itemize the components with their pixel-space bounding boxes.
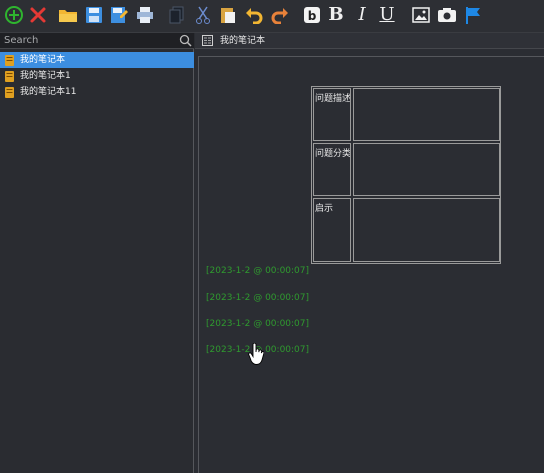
underline-icon[interactable]: U bbox=[375, 3, 399, 27]
add-icon[interactable] bbox=[2, 3, 26, 27]
notebook-tree: 我的笔记本 我的笔记本1 我的笔记本11 bbox=[0, 52, 194, 100]
notebook-label: 我的笔记本11 bbox=[20, 87, 77, 97]
hand-cursor-icon bbox=[248, 343, 264, 365]
table-value-cell[interactable] bbox=[353, 88, 500, 141]
screenshot-icon[interactable] bbox=[435, 3, 459, 27]
delete-icon[interactable] bbox=[26, 3, 50, 27]
notebook-item[interactable]: 我的笔记本11 bbox=[0, 84, 194, 100]
note-editor[interactable]: 问题描述 问题分类 启示 [2023-1-2 @ 00:00:07] [2023… bbox=[198, 56, 544, 473]
note-table: 问题描述 问题分类 启示 bbox=[311, 86, 501, 264]
note-tab-title: 我的笔记本 bbox=[220, 36, 266, 46]
paste-icon[interactable] bbox=[216, 3, 240, 27]
timestamp-line[interactable]: [2023-1-2 @ 00:00:07] bbox=[206, 293, 309, 303]
notebook-label: 我的笔记本1 bbox=[20, 71, 71, 81]
insert-image-icon[interactable] bbox=[409, 3, 433, 27]
notebook-sidebar: 我的笔记本 我的笔记本1 我的笔记本11 bbox=[0, 33, 194, 473]
cut-icon[interactable] bbox=[191, 3, 215, 27]
table-label-cell: 问题描述 bbox=[313, 88, 351, 141]
note-tab-icon bbox=[202, 35, 213, 46]
search-input[interactable] bbox=[0, 33, 180, 48]
timestamp-line[interactable]: [2023-1-2 @ 00:00:07] bbox=[206, 319, 309, 329]
notebook-item[interactable]: 我的笔记本 bbox=[0, 52, 194, 68]
search-box bbox=[0, 33, 194, 49]
save-as-icon[interactable] bbox=[107, 3, 131, 27]
redo-icon[interactable] bbox=[268, 3, 292, 27]
flag-icon[interactable] bbox=[461, 3, 485, 27]
table-row: 启示 bbox=[313, 198, 500, 262]
code-block-icon[interactable]: b bbox=[300, 3, 324, 27]
print-icon[interactable] bbox=[133, 3, 157, 27]
table-value-cell[interactable] bbox=[353, 143, 500, 196]
toolbar: b B I U bbox=[0, 0, 544, 33]
search-icon[interactable] bbox=[179, 34, 192, 47]
undo-icon[interactable] bbox=[242, 3, 266, 27]
table-row: 问题分类 bbox=[313, 143, 500, 196]
table-label-cell: 启示 bbox=[313, 198, 351, 262]
note-panel: 我的笔记本 问题描述 问题分类 启示 [2023-1-2 @ 00:00:07]… bbox=[195, 33, 544, 473]
table-row: 问题描述 bbox=[313, 88, 500, 141]
note-tab[interactable]: 我的笔记本 bbox=[195, 33, 544, 49]
notebook-label: 我的笔记本 bbox=[20, 55, 66, 65]
table-value-cell[interactable] bbox=[353, 198, 500, 262]
save-icon[interactable] bbox=[82, 3, 106, 27]
app-window: b B I U 我的笔记本 我的笔记本1 bbox=[0, 0, 544, 473]
italic-icon[interactable]: I bbox=[350, 3, 374, 27]
open-folder-icon[interactable] bbox=[56, 3, 80, 27]
notebook-item[interactable]: 我的笔记本1 bbox=[0, 68, 194, 84]
bold-icon[interactable]: B bbox=[324, 3, 348, 27]
timestamp-line[interactable]: [2023-1-2 @ 00:00:07] bbox=[206, 266, 309, 276]
notebook-icon bbox=[5, 87, 14, 98]
svg-text:b: b bbox=[308, 9, 317, 23]
notebook-icon bbox=[5, 71, 14, 82]
table-label-cell: 问题分类 bbox=[313, 143, 351, 196]
notebook-icon bbox=[5, 55, 14, 66]
copy-icon[interactable] bbox=[165, 3, 189, 27]
